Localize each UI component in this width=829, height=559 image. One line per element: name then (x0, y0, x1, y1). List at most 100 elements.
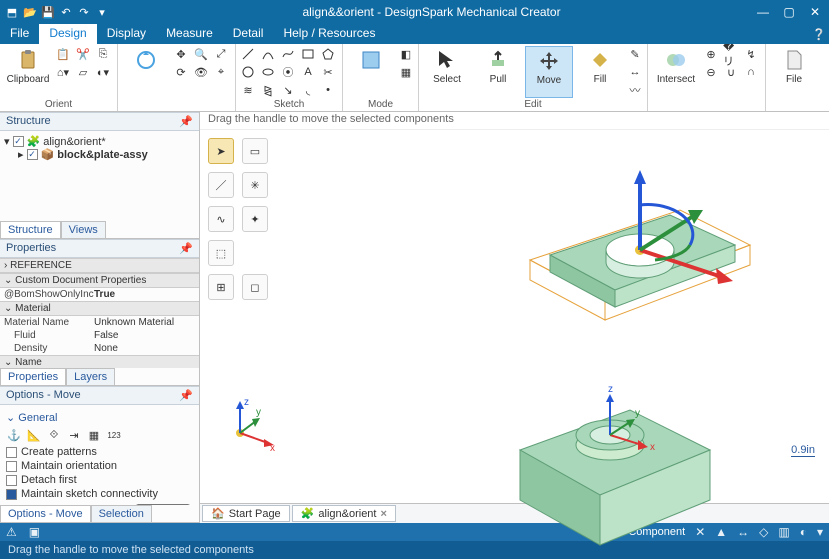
offset-icon[interactable]: ≋ (240, 82, 256, 98)
arc-icon[interactable] (260, 46, 276, 62)
cursor-tool-icon[interactable]: ➤ (208, 138, 234, 164)
pull-button[interactable]: Pull (474, 46, 522, 98)
spin-button[interactable] (122, 46, 170, 98)
opt-maintain-orient[interactable]: Maintain orientation (6, 460, 193, 472)
close-tab-icon[interactable]: × (380, 508, 386, 520)
union-icon[interactable]: ∪ (723, 64, 739, 80)
spline-icon[interactable] (280, 46, 296, 62)
opt-dim-icon[interactable]: 123 (106, 427, 122, 443)
clipboard-button[interactable]: Clipboard (4, 46, 52, 98)
copy-icon[interactable]: ⎘ (95, 46, 111, 62)
box-select-icon[interactable]: ▭ (242, 138, 268, 164)
component-tool-icon[interactable]: ⬚ (208, 240, 234, 266)
cube-icon[interactable]: ▣ (29, 525, 40, 539)
collapse-icon[interactable]: ⌄ (6, 412, 15, 424)
axis-tool-icon[interactable]: ✳ (242, 172, 268, 198)
model-bottom[interactable]: z x y (480, 350, 740, 550)
tab-views[interactable]: Views (61, 221, 106, 238)
collapse-icon[interactable]: ⌄ (4, 303, 12, 314)
rect-icon[interactable] (300, 46, 316, 62)
prop-bom-val[interactable]: True (94, 289, 115, 300)
import-pcb-button[interactable]: Import PCB (821, 46, 829, 98)
tweak-icon[interactable]: ✎ (627, 46, 643, 62)
redo-icon[interactable]: ↷ (76, 4, 92, 20)
opt-upto-icon[interactable]: ⇥ (66, 427, 82, 443)
grid-icon[interactable]: ▲ (715, 525, 727, 539)
collapse-icon[interactable]: ⌄ (4, 275, 12, 286)
edge-tool-icon[interactable]: ／ (208, 172, 234, 198)
mode3d-icon[interactable]: ◧ (398, 46, 414, 62)
opt-ruler-icon[interactable]: 📐 (26, 427, 42, 443)
combine-icon[interactable]: ⊕ (703, 46, 719, 62)
cut-icon[interactable]: ✂️ (75, 46, 91, 62)
tab-options-move[interactable]: Options - Move (0, 505, 91, 522)
prop-density-val[interactable]: None (90, 342, 199, 355)
qat-dropdown-icon[interactable]: ▾ (94, 4, 110, 20)
misc-tool-icon[interactable]: ◻ (242, 274, 268, 300)
view-triad[interactable]: z x y (220, 393, 280, 453)
doc-tab-start[interactable]: 🏠Start Page (202, 505, 290, 522)
prop-fluid-val[interactable]: False (90, 329, 199, 342)
opt-fulcrum-icon[interactable]: ⟐ (46, 427, 62, 443)
opt-grid-icon[interactable]: ▦ (86, 427, 102, 443)
tab-properties[interactable]: Properties (0, 368, 66, 385)
tree-child[interactable]: ▸ 📦 block&plate-assy (4, 148, 195, 161)
properties-grid[interactable]: › REFERENCE ⌄ Custom Document Properties… (0, 258, 199, 368)
pattern-tool-icon[interactable]: ⊞ (208, 274, 234, 300)
triad-tool-icon[interactable]: ✦ (242, 206, 268, 232)
tab-layers[interactable]: Layers (66, 368, 115, 385)
snap-icon[interactable]: ✕ (695, 525, 705, 539)
expand-icon[interactable]: › (4, 260, 7, 271)
split-icon[interactable]: �リ (723, 46, 739, 62)
fillet-icon[interactable]: ◟ (300, 82, 316, 98)
tab-detail[interactable]: Detail (223, 24, 274, 44)
close-button[interactable]: ✕ (805, 5, 825, 19)
bend-icon[interactable]: 〰 (627, 82, 643, 98)
paste-icon[interactable]: 📋 (55, 46, 71, 62)
curve-tool-icon[interactable]: ∿ (208, 206, 234, 232)
opt-anchor-icon[interactable]: ⚓ (6, 427, 22, 443)
zoom-icon[interactable]: 🔍 (193, 46, 209, 62)
checkbox-icon[interactable] (27, 149, 38, 160)
opt-detach-first[interactable]: Detach first (6, 474, 193, 486)
tab-structure[interactable]: Structure (0, 221, 61, 238)
pin-icon[interactable]: 📌 (179, 389, 193, 402)
project-icon[interactable]: ↘ (280, 82, 296, 98)
doc-tab-model[interactable]: 🧩align&orient× (292, 505, 396, 522)
point-icon[interactable]: • (320, 82, 336, 98)
tab-selection[interactable]: Selection (91, 505, 152, 522)
opt-create-patterns[interactable]: Create patterns (6, 446, 193, 458)
persp-icon[interactable]: ▥ (778, 525, 789, 539)
circle-icon[interactable] (240, 64, 256, 80)
tab-file[interactable]: File (0, 24, 39, 44)
trim-icon[interactable]: ✂ (320, 64, 336, 80)
save-icon[interactable]: 💾 (40, 4, 56, 20)
more-icon[interactable]: ▾ (817, 525, 823, 539)
pan-icon[interactable]: ✥ (173, 46, 189, 62)
plane-icon[interactable]: ▱ (75, 64, 91, 80)
text-icon[interactable]: A (300, 64, 316, 80)
replace-icon[interactable]: ↔ (627, 64, 643, 80)
mirror-icon[interactable]: ⧎ (260, 82, 276, 98)
warn-icon[interactable]: ⚠ (6, 525, 17, 539)
prop-matname-val[interactable]: Unknown Material (90, 316, 199, 329)
axis-icon[interactable]: ↔ (737, 525, 749, 539)
move-button[interactable]: Move (525, 46, 573, 98)
pin-icon[interactable]: 📌 (179, 115, 193, 128)
line-icon[interactable] (240, 46, 256, 62)
camera-icon[interactable]: ⌖ (213, 64, 229, 80)
structure-tree[interactable]: ▾ 🧩 align&orient* ▸ 📦 block&plate-assy (0, 131, 199, 221)
ellipse-icon[interactable] (260, 64, 276, 80)
tab-help[interactable]: Help / Resources (273, 24, 385, 44)
int2-icon[interactable]: ∩ (743, 64, 759, 80)
fill-button[interactable]: Fill (576, 46, 624, 98)
view-icon[interactable]: ◐▾ (95, 64, 111, 80)
expand-icon[interactable]: ▾ (4, 135, 10, 148)
shade-icon[interactable]: ◐ (800, 525, 807, 539)
home-icon[interactable]: ⌂▾ (55, 64, 71, 80)
tab-design[interactable]: Design (39, 24, 96, 44)
file-insert-button[interactable]: File (770, 46, 818, 98)
plane-icon[interactable]: ◇ (759, 525, 768, 539)
diff-icon[interactable]: ⊖ (703, 64, 719, 80)
model-top[interactable] (490, 150, 780, 330)
